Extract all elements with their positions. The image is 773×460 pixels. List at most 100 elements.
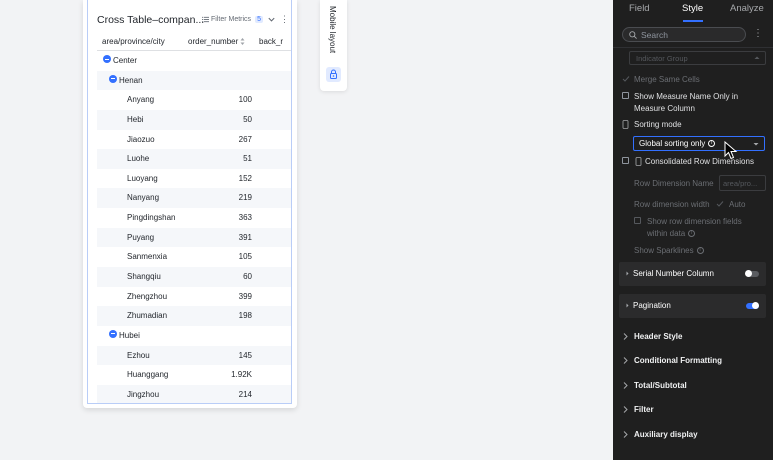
caret-right-icon (626, 303, 629, 308)
sort-icon[interactable] (240, 37, 245, 46)
section-label: Conditional Formatting (634, 356, 722, 365)
pagination-toggle[interactable] (746, 302, 759, 309)
section-label: Header Style (634, 332, 683, 341)
info-icon[interactable]: i (696, 247, 704, 255)
show-measure-name-label: Show Measure Name Only in (634, 92, 739, 101)
search-input[interactable] (641, 29, 741, 41)
consolidated-row-dimensions-checkbox[interactable] (622, 157, 629, 164)
table-row: Hebi 50 (97, 109, 291, 130)
mobile-device-icon (622, 120, 629, 129)
dimension-cell: Luohe (127, 154, 150, 164)
column-header-dimension[interactable]: area/province/city (102, 37, 165, 46)
column-header-back[interactable]: back_r (259, 37, 283, 46)
collapse-icon[interactable] (109, 329, 117, 338)
indicator-group-label: Indicator Group (636, 54, 688, 63)
show-sparklines-label: Show Sparklines i (634, 246, 704, 255)
chevron-right-icon (623, 406, 628, 413)
table-header: area/province/city order_number back_r (97, 31, 291, 51)
show-measure-name-checkbox[interactable] (622, 92, 629, 99)
serial-number-column-label: Serial Number Column (633, 269, 714, 278)
section-total-subtotal[interactable]: Total/Subtotal (619, 378, 766, 394)
indicator-group-select[interactable]: Indicator Group (629, 51, 766, 65)
dimension-cell: Zhengzhou (127, 291, 168, 301)
mobile-layout-tab[interactable]: Mobile layout (320, 0, 347, 91)
sorting-mode-select[interactable]: Global sorting only i (633, 136, 765, 151)
card-selection-frame: Cross Table–compan... Filter Metrics 5 ⋮… (87, 0, 292, 404)
order-number-cell: 363 (238, 213, 252, 223)
section-filter[interactable]: Filter (619, 402, 766, 418)
chevron-right-icon (623, 431, 628, 438)
table-row: Pingdingshan 363 (97, 208, 291, 228)
mouse-cursor-icon (724, 141, 738, 160)
section-header-style[interactable]: Header Style (619, 329, 766, 345)
caret-down-icon (753, 143, 759, 146)
caret-right-icon (626, 271, 629, 276)
order-number-cell: 1.92K (231, 370, 252, 380)
serial-number-column-toggle[interactable] (745, 270, 759, 277)
tab-analyze[interactable]: Analyze (730, 3, 764, 14)
dimension-cell: Hebi (127, 114, 144, 124)
dimension-cell: Jingzhou (127, 389, 160, 399)
row-dimension-name-input[interactable]: area/pro... (719, 175, 766, 191)
pagination-section[interactable]: Pagination (619, 294, 766, 318)
auto-width-label: Auto (729, 200, 746, 209)
column-header-order-number[interactable]: order_number (188, 37, 245, 46)
show-row-dimension-fields-checkbox[interactable] (634, 217, 641, 224)
auto-width-check-icon[interactable] (716, 200, 724, 208)
show-row-dimension-fields-label: Show row dimension fields (647, 217, 742, 226)
dimension-cell: Pingdingshan (127, 213, 176, 223)
dimension-cell: Jiaozuo (127, 134, 155, 144)
table-row: Zhumadian 198 (97, 306, 291, 326)
card-title: Cross Table–compan... (97, 14, 205, 26)
info-icon[interactable]: i (688, 230, 696, 238)
section-label: Total/Subtotal (634, 381, 687, 390)
more-options-icon[interactable]: ⋮ (280, 14, 289, 25)
sorting-mode-value: Global sorting only (639, 139, 706, 148)
cross-table-card[interactable]: Cross Table–compan... Filter Metrics 5 ⋮… (83, 0, 297, 408)
search-box[interactable] (622, 27, 746, 42)
section-label: Auxiliary display (634, 430, 698, 439)
filter-metrics-dropdown[interactable]: Filter Metrics 5 (202, 15, 276, 24)
tab-style[interactable]: Style (682, 3, 703, 14)
sorting-mode-label: Sorting mode (634, 120, 682, 129)
within-data-text: within data (647, 229, 686, 238)
order-number-cell: 391 (238, 232, 252, 242)
info-icon[interactable]: i (708, 140, 716, 148)
order-number-cell: 100 (238, 95, 252, 105)
table-group-row: Center (97, 51, 291, 71)
settings-panel: Field Style Analyze ⋮ Indicator Group Me… (613, 0, 773, 460)
table-body: Center Henan Anyang 100 Hebi 50 Jiaozuo 267 Luoh… (97, 51, 291, 403)
tab-field[interactable]: Field (629, 3, 650, 14)
filter-metrics-count-badge: 5 (255, 16, 263, 23)
dimension-cell: Luoyang (127, 173, 158, 183)
show-measure-name-label-line2: Measure Column (634, 104, 695, 113)
dimension-cell: Shangqiu (127, 272, 161, 282)
section-auxiliary-display[interactable]: Auxiliary display (619, 427, 766, 443)
mobile-layout-label: Mobile layout (328, 6, 337, 54)
chevron-right-icon (623, 357, 628, 364)
order-number-cell: 51 (243, 154, 252, 164)
dimension-cell: Anyang (127, 95, 155, 105)
collapse-icon[interactable] (109, 74, 117, 83)
table-row: Zhengzhou 399 (97, 287, 291, 307)
collapse-icon[interactable] (103, 55, 111, 63)
section-conditional-formatting[interactable]: Conditional Formatting (619, 353, 766, 369)
table-row: Huanggang 1.92K (97, 365, 291, 385)
table-row: Jiaozuo 267 (97, 130, 291, 150)
table-row: Luoyang 152 (97, 169, 291, 189)
order-number-cell: 50 (243, 114, 252, 124)
dimension-cell: Sanmenxia (127, 252, 168, 262)
order-number-cell: 267 (238, 134, 252, 144)
search-icon (629, 31, 637, 39)
table-row: Nanyang 219 (97, 188, 291, 209)
merge-same-cells-check-icon[interactable] (622, 75, 630, 83)
table-row: Anyang 100 (97, 90, 291, 110)
lock-button[interactable] (326, 67, 341, 82)
dimension-cell: Center (113, 56, 138, 65)
section-label: Filter (634, 405, 654, 414)
panel-more-icon[interactable]: ⋮ (753, 28, 763, 39)
serial-number-column-section[interactable]: Serial Number Column (619, 262, 766, 286)
table-row: Puyang 391 (97, 227, 291, 248)
table-group-row: Henan (97, 70, 291, 91)
table-row: Luohe 51 (97, 149, 291, 169)
